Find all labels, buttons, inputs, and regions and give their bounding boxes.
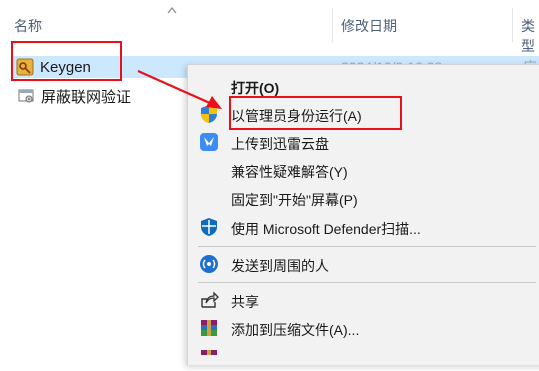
winrar-icon bbox=[199, 348, 219, 368]
annotation-arrow bbox=[137, 69, 222, 109]
